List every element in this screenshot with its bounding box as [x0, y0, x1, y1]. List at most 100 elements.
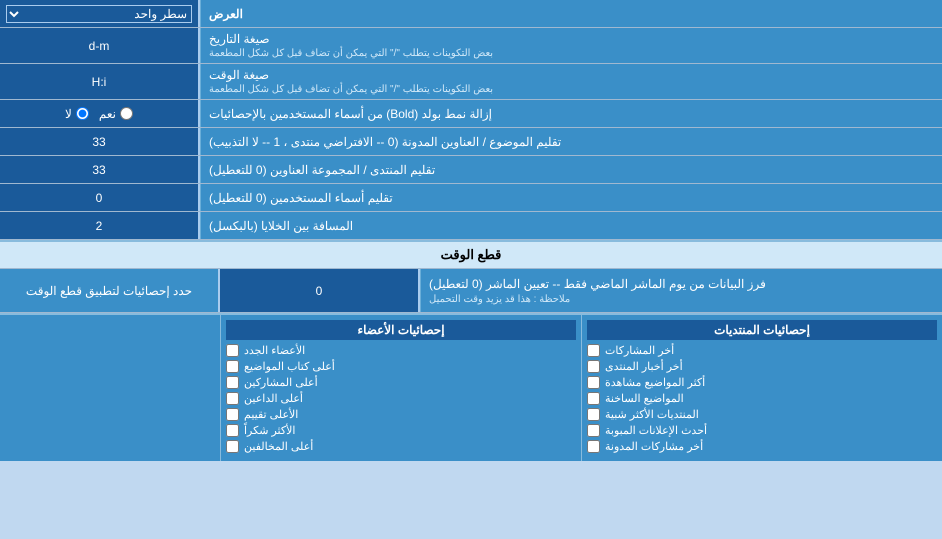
trim-usernames-input-container[interactable]	[0, 184, 200, 211]
cell-spacing-input-container[interactable]	[0, 212, 200, 239]
cell-spacing-label: المسافة بين الخلايا (بالبكسل)	[200, 212, 942, 239]
members-stats-col: إحصائيات الأعضاء الأعضاء الجدد أعلى كتاب…	[220, 315, 581, 461]
checkbox-item: الأعضاء الجدد	[226, 344, 576, 357]
checkbox-item: الأكثر شكراً	[226, 424, 576, 437]
forum-stats-title: إحصائيات المنتديات	[587, 320, 937, 340]
cb-m-label-2: أعلى كتاب المواضيع	[244, 360, 335, 373]
checkbox-member-1[interactable]	[226, 344, 239, 357]
time-cutoff-input-container[interactable]	[220, 269, 420, 312]
members-stats-title-text: إحصائيات الأعضاء	[357, 323, 444, 337]
date-format-input[interactable]: d-m	[6, 39, 192, 53]
time-cutoff-header: قطع الوقت	[0, 240, 942, 269]
checkbox-item: أعلى المخالفين	[226, 440, 576, 453]
top-row: العرض سطر واحد سطرين ثلاثة أسطر	[0, 0, 942, 28]
radio-yes-text: نعم	[99, 107, 116, 121]
checkbox-item: أخر المشاركات	[587, 344, 937, 357]
trim-forum-input[interactable]	[6, 163, 192, 177]
bottom-stats-section: إحصائيات المنتديات أخر المشاركات أخر أخب…	[0, 313, 942, 461]
date-format-input-container[interactable]: d-m	[0, 28, 200, 63]
stats-apply-col	[0, 315, 220, 461]
checkbox-member-6[interactable]	[226, 424, 239, 437]
trim-forum-label: تقليم المنتدى / المجموعة العناوين (0 للت…	[200, 156, 942, 183]
cb-label-6: أحدث الإعلانات المبوبة	[605, 424, 707, 437]
checkbox-member-7[interactable]	[226, 440, 239, 453]
checkbox-forum-7[interactable]	[587, 440, 600, 453]
checkbox-member-4[interactable]	[226, 392, 239, 405]
trim-usernames-label: تقليم أسماء المستخدمين (0 للتعطيل)	[200, 184, 942, 211]
time-format-input[interactable]: H:i	[6, 75, 192, 89]
bold-remove-text: إزالة نمط بولد (Bold) من أسماء المستخدمي…	[209, 107, 492, 121]
date-format-row: صيغة التاريخ بعض التكوينات يتطلب "/" الت…	[0, 28, 942, 64]
members-stats-title: إحصائيات الأعضاء	[226, 320, 576, 340]
radio-yes-label[interactable]: نعم	[99, 107, 133, 121]
time-format-label: صيغة الوقت بعض التكوينات يتطلب "/" التي …	[200, 64, 942, 99]
trim-forum-text: تقليم المنتدى / المجموعة العناوين (0 للت…	[209, 163, 435, 177]
checkbox-item: أخر أخبار المنتدى	[587, 360, 937, 373]
checkbox-item: الأعلى تقييم	[226, 408, 576, 421]
forum-stats-title-text: إحصائيات المنتديات	[714, 323, 810, 337]
time-format-input-container[interactable]: H:i	[0, 64, 200, 99]
cb-label-1: أخر المشاركات	[605, 344, 674, 357]
cell-spacing-input[interactable]	[6, 219, 192, 233]
checkbox-forum-1[interactable]	[587, 344, 600, 357]
date-format-label: صيغة التاريخ بعض التكوينات يتطلب "/" الت…	[200, 28, 942, 63]
bold-radio-container: نعم لا	[0, 100, 200, 127]
cb-m-label-5: الأعلى تقييم	[244, 408, 298, 421]
cutoff-right-text: حدد إحصائيات لتطبيق قطع الوقت	[26, 284, 192, 298]
bold-remove-row: إزالة نمط بولد (Bold) من أسماء المستخدمي…	[0, 100, 942, 128]
time-cutoff-row: فرز البيانات من يوم الماشر الماضي فقط --…	[0, 269, 942, 313]
checkbox-item: أعلى المشاركين	[226, 376, 576, 389]
trim-topics-input[interactable]	[6, 135, 192, 149]
bold-remove-label: إزالة نمط بولد (Bold) من أسماء المستخدمي…	[200, 100, 942, 127]
time-cutoff-desc: فرز البيانات من يوم الماشر الماضي فقط --…	[429, 277, 766, 291]
checkbox-item: أحدث الإعلانات المبوبة	[587, 424, 937, 437]
cb-m-label-4: أعلى الداعين	[244, 392, 303, 405]
cb-label-3: أكثر المواضيع مشاهدة	[605, 376, 705, 389]
trim-usernames-row: تقليم أسماء المستخدمين (0 للتعطيل)	[0, 184, 942, 212]
time-format-title: صيغة الوقت	[209, 68, 269, 82]
checkbox-forum-5[interactable]	[587, 408, 600, 421]
cb-m-label-6: الأكثر شكراً	[244, 424, 295, 437]
radio-no[interactable]	[76, 107, 89, 120]
trim-usernames-input[interactable]	[6, 191, 192, 205]
time-cutoff-main-label: فرز البيانات من يوم الماشر الماضي فقط --…	[420, 269, 942, 312]
checkbox-forum-4[interactable]	[587, 392, 600, 405]
checkbox-item: المنتديات الأكثر شبية	[587, 408, 937, 421]
cb-label-2: أخر أخبار المنتدى	[605, 360, 683, 373]
checkbox-member-3[interactable]	[226, 376, 239, 389]
radio-no-text: لا	[65, 107, 72, 121]
radio-yes[interactable]	[120, 107, 133, 120]
cb-label-5: المنتديات الأكثر شبية	[605, 408, 699, 421]
cell-spacing-text: المسافة بين الخلايا (بالبكسل)	[209, 219, 353, 233]
cb-label-7: أخر مشاركات المدونة	[605, 440, 703, 453]
time-cutoff-input[interactable]	[226, 284, 412, 298]
cb-label-4: المواضيع الساخنة	[605, 392, 684, 405]
trim-topics-input-container[interactable]	[0, 128, 200, 155]
checkbox-member-5[interactable]	[226, 408, 239, 421]
time-cutoff-right-label: حدد إحصائيات لتطبيق قطع الوقت	[0, 269, 220, 312]
checkbox-member-2[interactable]	[226, 360, 239, 373]
cell-spacing-row: المسافة بين الخلايا (بالبكسل)	[0, 212, 942, 240]
trim-forum-input-container[interactable]	[0, 156, 200, 183]
checkbox-item: المواضيع الساخنة	[587, 392, 937, 405]
date-format-note: بعض التكوينات يتطلب "/" التي يمكن أن تضا…	[209, 48, 493, 59]
checkbox-forum-3[interactable]	[587, 376, 600, 389]
cb-m-label-3: أعلى المشاركين	[244, 376, 318, 389]
time-format-note: بعض التكوينات يتطلب "/" التي يمكن أن تضا…	[209, 84, 493, 95]
trim-topics-text: تقليم الموضوع / العناوين المدونة (0 -- ا…	[209, 135, 561, 149]
checkbox-forum-6[interactable]	[587, 424, 600, 437]
cb-m-label-7: أعلى المخالفين	[244, 440, 313, 453]
time-cutoff-header-text: قطع الوقت	[441, 247, 502, 262]
trim-topics-label: تقليم الموضوع / العناوين المدونة (0 -- ا…	[200, 128, 942, 155]
checkbox-item: أخر مشاركات المدونة	[587, 440, 937, 453]
date-format-title: صيغة التاريخ	[209, 32, 270, 46]
trim-topics-row: تقليم الموضوع / العناوين المدونة (0 -- ا…	[0, 128, 942, 156]
checkbox-item: أكثر المواضيع مشاهدة	[587, 376, 937, 389]
top-label: العرض	[200, 0, 942, 27]
radio-no-label[interactable]: لا	[65, 107, 89, 121]
lines-dropdown[interactable]: سطر واحد سطرين ثلاثة أسطر	[6, 5, 192, 23]
forum-stats-col: إحصائيات المنتديات أخر المشاركات أخر أخب…	[581, 315, 942, 461]
top-dropdown-container[interactable]: سطر واحد سطرين ثلاثة أسطر	[0, 0, 200, 27]
trim-forum-row: تقليم المنتدى / المجموعة العناوين (0 للت…	[0, 156, 942, 184]
checkbox-forum-2[interactable]	[587, 360, 600, 373]
